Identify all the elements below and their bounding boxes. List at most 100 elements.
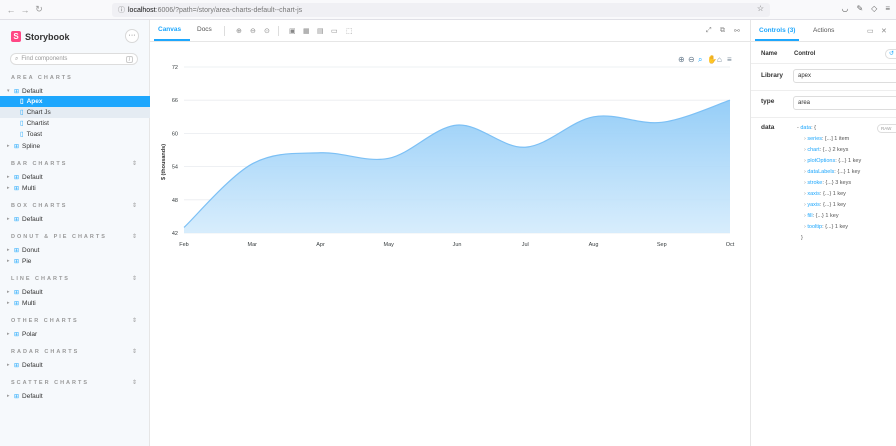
background-icon[interactable]: ▣ <box>289 27 296 35</box>
story-label: Toast <box>26 130 43 138</box>
pan-hand-icon[interactable]: ✋ <box>707 54 717 64</box>
json-entry[interactable]: › series: [...] 1 item <box>804 136 849 142</box>
section-area-charts[interactable]: AREA CHARTS <box>11 75 73 81</box>
active-tab-indicator <box>755 39 799 41</box>
url-bar[interactable]: ⓘ localhost:6006/?path=/story/area-chart… <box>112 3 770 17</box>
json-entry[interactable]: › fill: {...} 1 key <box>804 213 839 219</box>
tree-scatter-default[interactable]: ▸ ⊞ Default <box>7 391 43 401</box>
url-info-icon[interactable]: ⓘ <box>118 5 125 15</box>
story-toast[interactable]: ▯ Toast <box>0 129 150 140</box>
section-box-charts[interactable]: BOX CHARTS <box>11 203 67 209</box>
type-input[interactable]: area <box>793 96 896 110</box>
copy-link-icon[interactable]: ⚯ <box>734 27 740 35</box>
expand-collapse-icon[interactable]: ⇕ <box>132 275 137 282</box>
hamburger-menu-icon[interactable]: ≡ <box>885 4 890 13</box>
zoom-out-icon[interactable]: ⊖ <box>688 55 695 64</box>
close-panel-icon[interactable]: ✕ <box>881 27 887 35</box>
bookmark-star-icon[interactable]: ☆ <box>757 4 764 13</box>
tab-canvas[interactable]: Canvas <box>158 26 181 33</box>
tree-line-default[interactable]: ▸ ⊞ Default <box>7 287 43 297</box>
story-apex[interactable]: ▯ Apex <box>0 96 150 107</box>
tree-line-multi[interactable]: ▸ ⊞ Multi <box>7 298 36 308</box>
component-icon: ⊞ <box>14 88 20 95</box>
section-bar-charts[interactable]: BAR CHARTS <box>11 161 67 167</box>
component-icon: ⊞ <box>14 300 20 307</box>
shield-icon[interactable]: ◇ <box>871 4 877 13</box>
measure-icon[interactable]: ▭ <box>331 27 338 35</box>
json-root[interactable]: - data: { <box>797 125 816 131</box>
selection-zoom-icon[interactable]: ⌕ <box>698 55 702 64</box>
x-tick-label: Jul <box>522 242 529 248</box>
expand-collapse-icon[interactable]: ⇕ <box>132 202 137 209</box>
story-chartjs[interactable]: ▯ Chart Js <box>0 107 150 118</box>
library-input[interactable]: apex <box>793 69 896 83</box>
search-shortcut: / <box>126 56 133 63</box>
tab-actions[interactable]: Actions <box>813 27 834 34</box>
area-chart: 42 48 54 60 66 72 Feb Mar Apr May Jun Jul Aug Sep Oct… <box>161 54 735 248</box>
zoom-out-icon[interactable]: ⊖ <box>250 27 256 35</box>
section-scatter-charts[interactable]: SCATTER CHARTS <box>11 380 89 386</box>
tree-donut[interactable]: ▸ ⊞ Donut <box>7 245 39 255</box>
brand[interactable]: S Storybook <box>11 31 70 42</box>
x-axis-ticks: Feb Mar Apr May Jun Jul Aug Sep Oct <box>179 242 734 248</box>
zoom-in-icon[interactable]: ⊕ <box>678 55 685 64</box>
outline-icon[interactable]: ⬚ <box>346 27 353 35</box>
component-icon: ⊞ <box>14 174 20 181</box>
tree-area-default[interactable]: ▾ ⊞ Default <box>7 86 43 96</box>
json-entry[interactable]: › yaxis: {...} 1 key <box>804 202 846 208</box>
section-radar-charts[interactable]: RADAR CHARTS <box>11 349 79 355</box>
back-icon[interactable]: ← <box>4 5 18 15</box>
expand-collapse-icon[interactable]: ⇕ <box>132 233 137 240</box>
json-value: : [...] 1 item <box>822 136 850 142</box>
tree-box-default[interactable]: ▸ ⊞ Default <box>7 214 43 224</box>
expand-collapse-icon[interactable]: ⇕ <box>132 317 137 324</box>
json-entry[interactable]: › stroke: {...} 3 keys <box>804 180 851 186</box>
json-entry[interactable]: › plotOptions: {...} 1 key <box>804 158 861 164</box>
json-key: chart <box>807 147 820 153</box>
forward-icon[interactable]: → <box>18 5 32 15</box>
tree-label: Default <box>22 87 43 95</box>
json-entry[interactable]: › xaxis: {...} 1 key <box>804 191 846 197</box>
expand-collapse-icon[interactable]: ⇕ <box>132 160 137 167</box>
section-line-charts[interactable]: LINE CHARTS <box>11 276 70 282</box>
caret-right-icon: ▸ <box>7 289 10 295</box>
reset-home-icon[interactable]: ⌂ <box>717 55 722 64</box>
tree-polar[interactable]: ▸ ⊞ Polar <box>7 329 37 339</box>
reload-icon[interactable]: ↻ <box>32 4 46 15</box>
fullscreen-icon[interactable]: ⤢ <box>706 27 712 35</box>
reset-toggle-icon[interactable]: ↺ <box>885 49 896 59</box>
sidebar-menu-button[interactable]: ··· <box>125 29 139 43</box>
section-donut-pie-charts[interactable]: DONUT & PIE CHARTS <box>11 234 107 240</box>
search-input[interactable]: ⌕ Find components / <box>10 53 138 65</box>
tree-bar-default[interactable]: ▸ ⊞ Default <box>7 172 43 182</box>
raw-toggle-button[interactable]: RAW <box>877 124 896 133</box>
zoom-in-icon[interactable]: ⊕ <box>236 27 242 35</box>
zoom-reset-icon[interactable]: ⊙ <box>264 27 270 35</box>
extension-icon[interactable]: ✎ <box>856 4 863 13</box>
json-entry[interactable]: › chart: {...} 2 keys <box>804 147 848 153</box>
component-icon: ⊞ <box>14 258 20 265</box>
story-chartist[interactable]: ▯ Chartist <box>0 118 150 129</box>
open-new-tab-icon[interactable]: ⧉ <box>720 27 725 35</box>
json-entry[interactable]: › dataLabels: {...} 1 key <box>804 169 860 175</box>
json-entry[interactable]: › tooltip: {...} 1 key <box>804 224 848 230</box>
tree-spline[interactable]: ▸ ⊞ Spline <box>7 141 40 151</box>
expand-collapse-icon[interactable]: ⇕ <box>132 348 137 355</box>
component-icon: ⊞ <box>14 289 20 296</box>
brand-name: Storybook <box>25 31 70 42</box>
area-series[interactable] <box>184 100 730 233</box>
tab-controls[interactable]: Controls (3) <box>759 27 795 34</box>
panel-layout-icon[interactable]: ▭ <box>867 27 874 35</box>
tree-pie[interactable]: ▸ ⊞ Pie <box>7 256 31 266</box>
tree-radar-default[interactable]: ▸ ⊞ Default <box>7 360 43 370</box>
pocket-icon[interactable]: ◡ <box>841 4 848 13</box>
viewport-icon[interactable]: ▤ <box>317 27 324 35</box>
section-other-charts[interactable]: OTHER CHARTS <box>11 318 79 324</box>
tree-bar-multi[interactable]: ▸ ⊞ Multi <box>7 183 36 193</box>
tab-docs[interactable]: Docs <box>197 26 212 33</box>
json-value: : {...} 1 key <box>834 169 861 175</box>
grid-icon[interactable]: ▦ <box>303 27 310 35</box>
expand-collapse-icon[interactable]: ⇕ <box>132 379 137 386</box>
chart-menu-icon[interactable]: ≡ <box>727 55 732 64</box>
divider <box>751 63 896 64</box>
